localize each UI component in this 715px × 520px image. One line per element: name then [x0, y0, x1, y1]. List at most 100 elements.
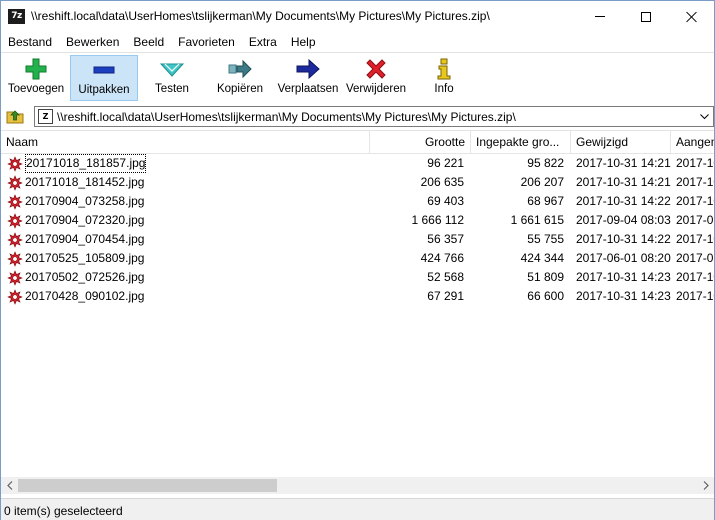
column-name-header[interactable]: Naam [1, 131, 370, 154]
file-name[interactable]: 20170904_073258.jpg [25, 192, 144, 211]
folder-up-button[interactable] [5, 107, 25, 125]
file-packed-size: 51 809 [527, 270, 564, 284]
column-size-header[interactable]: Grootte [370, 131, 471, 154]
copy-arrow-icon [228, 58, 252, 80]
image-file-icon [7, 175, 23, 191]
file-packed-size: 1 661 615 [510, 213, 564, 227]
menu-extra[interactable]: Extra [242, 32, 284, 52]
column-modified-header[interactable]: Gewijzigd [571, 131, 671, 154]
table-row[interactable]: 20171018_181452.jpg 206 635 206 207 2017-10… [1, 173, 714, 192]
file-packed-size: 206 207 [520, 175, 564, 189]
minimize-button[interactable] [577, 1, 623, 32]
file-created: 2017-10 [676, 175, 714, 189]
file-size: 96 221 [427, 156, 464, 170]
title-bar[interactable]: 7z \\reshift.local\data\UserHomes\tslijk… [1, 1, 714, 32]
info-label: Info [434, 83, 454, 95]
file-packed-size: 55 755 [527, 232, 564, 246]
image-file-icon [7, 156, 23, 172]
test-button[interactable]: Testen [138, 55, 206, 101]
list-header: Naam Grootte Ingepakte gro... Gewijzigd … [1, 131, 714, 154]
image-file-icon [7, 232, 23, 248]
address-dropdown-button[interactable] [696, 107, 713, 126]
menu-bewerken[interactable]: Bewerken [59, 32, 126, 52]
menu-bestand[interactable]: Bestand [1, 32, 59, 52]
table-row[interactable]: 20170904_073258.jpg 69 403 68 967 2017-10-3… [1, 192, 714, 211]
file-size: 424 766 [420, 251, 464, 265]
test-label: Testen [155, 83, 189, 95]
add-button[interactable]: Toevoegen [2, 55, 70, 101]
file-name[interactable]: 20171018_181452.jpg [25, 173, 144, 192]
app-window: 7z \\reshift.local\data\UserHomes\tslijk… [0, 0, 715, 520]
file-size: 1 666 112 [411, 213, 465, 227]
menu-bar: Bestand Bewerken Beeld Favorieten Extra … [1, 32, 714, 52]
image-file-icon [7, 289, 23, 305]
image-file-icon [7, 213, 23, 229]
table-row[interactable]: 20170904_072320.jpg 1 666 112 1 661 615 201… [1, 211, 714, 230]
menu-beeld[interactable]: Beeld [126, 32, 171, 52]
table-row[interactable]: 20170502_072526.jpg 52 568 51 809 2017-10-3… [1, 268, 714, 287]
file-name[interactable]: 20170904_070454.jpg [25, 230, 144, 249]
scroll-left-button[interactable] [1, 477, 18, 494]
table-row[interactable]: 20171018_181857.jpg 96 221 95 822 2017-10-3… [1, 154, 714, 173]
menu-help[interactable]: Help [284, 32, 323, 52]
file-created: 2017-09 [676, 213, 714, 227]
file-modified: 2017-10-31 14:23 [576, 289, 671, 303]
window-title: \\reshift.local\data\UserHomes\tslijkerm… [31, 9, 490, 23]
file-packed-size: 68 967 [527, 194, 564, 208]
folder-up-icon [6, 110, 24, 124]
extract-button[interactable]: Uitpakken [70, 55, 138, 101]
delete-button[interactable]: Verwijderen [342, 55, 410, 101]
chevron-left-icon [6, 481, 12, 490]
copy-button[interactable]: Kopiëren [206, 55, 274, 101]
file-name[interactable]: 20170502_072526.jpg [25, 268, 144, 287]
scrollbar-thumb[interactable] [18, 479, 277, 492]
delete-label: Verwijderen [345, 83, 407, 95]
add-label: Toevoegen [7, 83, 65, 95]
file-name[interactable]: 20170904_072320.jpg [25, 211, 144, 230]
file-modified: 2017-10-31 14:22 [576, 232, 671, 246]
copy-label: Kopiëren [216, 83, 264, 95]
file-modified: 2017-10-31 14:23 [576, 270, 671, 284]
chevron-down-icon [700, 113, 709, 119]
file-list[interactable]: Naam Grootte Ingepakte gro... Gewijzigd … [1, 130, 714, 477]
file-name[interactable]: 20171018_181857.jpg [25, 154, 147, 173]
extract-label: Uitpakken [78, 84, 130, 96]
column-packed-size-header[interactable]: Ingepakte gro... [471, 131, 571, 154]
move-arrow-icon [296, 58, 320, 80]
maximize-icon [641, 11, 651, 22]
image-file-icon [7, 194, 23, 210]
toolbar: Toevoegen Uitpakken Testen Kopiëren Verp… [1, 52, 714, 102]
file-created: 2017-10 [676, 289, 714, 303]
file-modified: 2017-06-01 08:20 [576, 251, 671, 265]
file-modified: 2017-09-04 08:03 [576, 213, 671, 227]
scroll-right-button[interactable] [697, 477, 714, 494]
image-file-icon [7, 270, 23, 286]
table-row[interactable]: 20170904_070454.jpg 56 357 55 755 2017-10-3… [1, 230, 714, 249]
move-button[interactable]: Verplaatsen [274, 55, 342, 101]
delete-x-icon [364, 58, 388, 80]
image-file-icon [7, 251, 23, 267]
info-icon [432, 58, 456, 80]
plus-icon [24, 58, 48, 80]
column-created-header[interactable]: Aangem [671, 131, 714, 154]
file-created: 2017-06 [676, 251, 714, 265]
info-button[interactable]: Info [410, 55, 478, 101]
maximize-button[interactable] [623, 1, 669, 32]
app-icon[interactable]: 7z [8, 9, 25, 24]
file-name[interactable]: 20170428_090102.jpg [25, 287, 144, 306]
table-row[interactable]: 20170525_105809.jpg 424 766 424 344 2017-06… [1, 249, 714, 268]
file-modified: 2017-10-31 14:21 [576, 156, 671, 170]
table-row[interactable]: 20170428_090102.jpg 67 291 66 600 2017-10-3… [1, 287, 714, 306]
menu-favorieten[interactable]: Favorieten [171, 32, 242, 52]
file-size: 67 291 [427, 289, 464, 303]
check-icon [160, 58, 184, 80]
address-path: \\reshift.local\data\UserHomes\tslijkerm… [57, 110, 516, 124]
file-created: 2017-10 [676, 156, 714, 170]
horizontal-scrollbar[interactable] [1, 477, 714, 494]
file-created: 2017-10 [676, 194, 714, 208]
file-name[interactable]: 20170525_105809.jpg [25, 249, 144, 268]
close-button[interactable] [669, 1, 715, 32]
chevron-right-icon [703, 481, 709, 490]
address-field[interactable]: Z \\reshift.local\data\UserHomes\tslijke… [34, 106, 714, 127]
file-packed-size: 95 822 [527, 156, 564, 170]
